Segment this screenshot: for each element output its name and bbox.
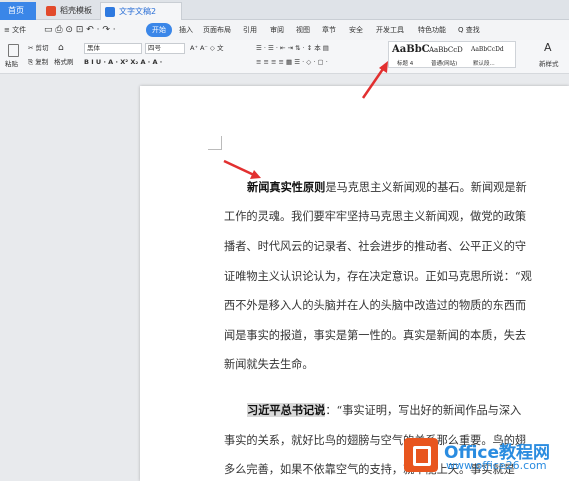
menu-item-view[interactable]: 视图 — [296, 23, 310, 37]
cut-button[interactable]: ✂ 剪切 — [28, 43, 49, 53]
format-painter-label[interactable]: 格式刷 — [54, 57, 74, 67]
style-heading4-sample[interactable]: AaBbC — [392, 44, 430, 55]
font-size-select[interactable]: 四号 — [145, 43, 185, 54]
paragraph-1-text: 是马克思主义新闻观的基石。新闻观是新 — [325, 181, 527, 194]
paragraph-1-line: 西不外是移入人的头脑并在人的头脑中改造过的物质的东西而 — [224, 299, 527, 312]
annotation-arrow-heading — [223, 159, 261, 179]
new-style-icon[interactable]: A — [544, 42, 552, 53]
quick-access-icons[interactable]: ▭ ⎙ ⊙ ⊡ ↶ · ↷ · — [44, 23, 116, 37]
font-size-buttons[interactable]: A⁺ A⁻ ◇ 文 — [190, 43, 223, 53]
menu-item-reference[interactable]: 引用 — [243, 23, 257, 37]
cut-label: 剪切 — [35, 44, 49, 52]
tab-home[interactable]: 首页 — [0, 2, 36, 20]
menu-item-security[interactable]: 安全 — [349, 23, 363, 37]
paste-icon[interactable] — [8, 44, 19, 57]
menu-item-start[interactable]: 开始 — [146, 23, 172, 37]
style-default-caption: 默认段... — [473, 61, 495, 67]
document-page[interactable]: 新闻真实性原则是马克思主义新闻观的基石。新闻观是新 工作的灵魂。我们要牢牢坚持马… — [140, 86, 569, 481]
tab-document[interactable]: 文字文稿2 — [100, 2, 182, 20]
annotation-arrow-toolbar — [361, 61, 388, 99]
writer-app-icon — [105, 7, 115, 17]
font-name-select[interactable]: 黑体 — [84, 43, 142, 54]
paragraph-1-line: 新闻就失去生命。 — [224, 358, 314, 371]
menu-item-chapter[interactable]: 章节 — [322, 23, 336, 37]
heading-bold-1: 新闻真实性原则 — [247, 180, 326, 194]
format-painter-icon[interactable]: ⌂ — [58, 43, 64, 53]
tab-template-label: 稻壳模板 — [60, 6, 92, 15]
tab-template[interactable]: 稻壳模板 — [42, 2, 98, 20]
search-button[interactable]: Q 查找 — [458, 23, 480, 37]
menu-bar: ≡ 文件 ▭ ⎙ ⊙ ⊡ ↶ · ↷ · 开始 插入 页面布局 引用 审阅 视图… — [0, 20, 569, 40]
paragraph-1-line: 工作的灵魂。我们要牢牢坚持马克思主义新闻观，做党的政策 — [224, 210, 527, 223]
style-gallery[interactable]: AaBbC 标题 4 AaBbCcD 普通(网站) AaBbCcDd 默认段..… — [388, 41, 516, 68]
menu-item-devtools[interactable]: 开发工具 — [376, 23, 404, 37]
margin-corner-mark — [208, 136, 222, 150]
tab-bar: 首页 稻壳模板 文字文稿2 — [0, 0, 569, 20]
copy-label: 复制 — [35, 58, 49, 66]
menu-item-insert[interactable]: 插入 — [179, 23, 193, 37]
paragraph-1-line-1: 新闻真实性原则是马克思主义新闻观的基石。新闻观是新 — [224, 179, 527, 195]
menu-item-features[interactable]: 特色功能 — [418, 23, 446, 37]
menu-file[interactable]: ≡ 文件 — [4, 23, 26, 37]
paragraph-2-text: ：“事实证明，写出好的新闻作品与深入 — [325, 404, 522, 417]
paragraph-buttons-row2[interactable]: ≡ ≡ ≡ ≡ ▦ ☰ · ◇ · ▢ · — [256, 57, 328, 67]
tab-home-label: 首页 — [8, 6, 24, 15]
style-default-sample[interactable]: AaBbCcDd — [471, 46, 504, 53]
new-style-label[interactable]: 新样式 — [539, 59, 559, 69]
office26-watermark-logo: Office教程网 www.office26.com — [404, 432, 569, 481]
office-logo-icon — [404, 438, 438, 472]
heading-bold-2: 习近平总书记说 — [247, 403, 326, 417]
tab-document-label: 文字文稿2 — [119, 7, 157, 16]
style-normal-caption: 普通(网站) — [431, 61, 458, 67]
style-normal-sample[interactable]: AaBbCcD — [429, 46, 463, 54]
style-heading4-caption: 标题 4 — [397, 61, 414, 67]
menu-item-layout[interactable]: 页面布局 — [203, 23, 231, 37]
paragraph-1-line: 证唯物主义认识论认为，存在决定意识。正如马克思所说：“观 — [224, 270, 532, 283]
copy-button[interactable]: ⎘ 复制 — [28, 57, 48, 67]
paragraph-1-line: 播者、时代风云的记录者、社会进步的推动者、公平正义的守 — [224, 240, 527, 253]
paragraph-buttons-row1[interactable]: ☰ · ☰ · ⇤ ⇥ ⇅ · ↕ 本 ▤ — [256, 43, 329, 53]
watermark-url: www.office26.com — [446, 459, 547, 472]
format-buttons[interactable]: B I U · A · X² X₂ A · A · — [84, 57, 162, 67]
paste-button-label[interactable]: 粘贴 — [5, 59, 18, 69]
paragraph-1-line: 闻是事实的报道，事实是第一性的。真实是新闻的本质，失去 — [224, 329, 527, 342]
template-app-icon — [46, 6, 56, 16]
menu-item-review[interactable]: 审阅 — [270, 23, 284, 37]
paragraph-2-line-1: 习近平总书记说：“事实证明，写出好的新闻作品与深入 — [224, 402, 521, 418]
